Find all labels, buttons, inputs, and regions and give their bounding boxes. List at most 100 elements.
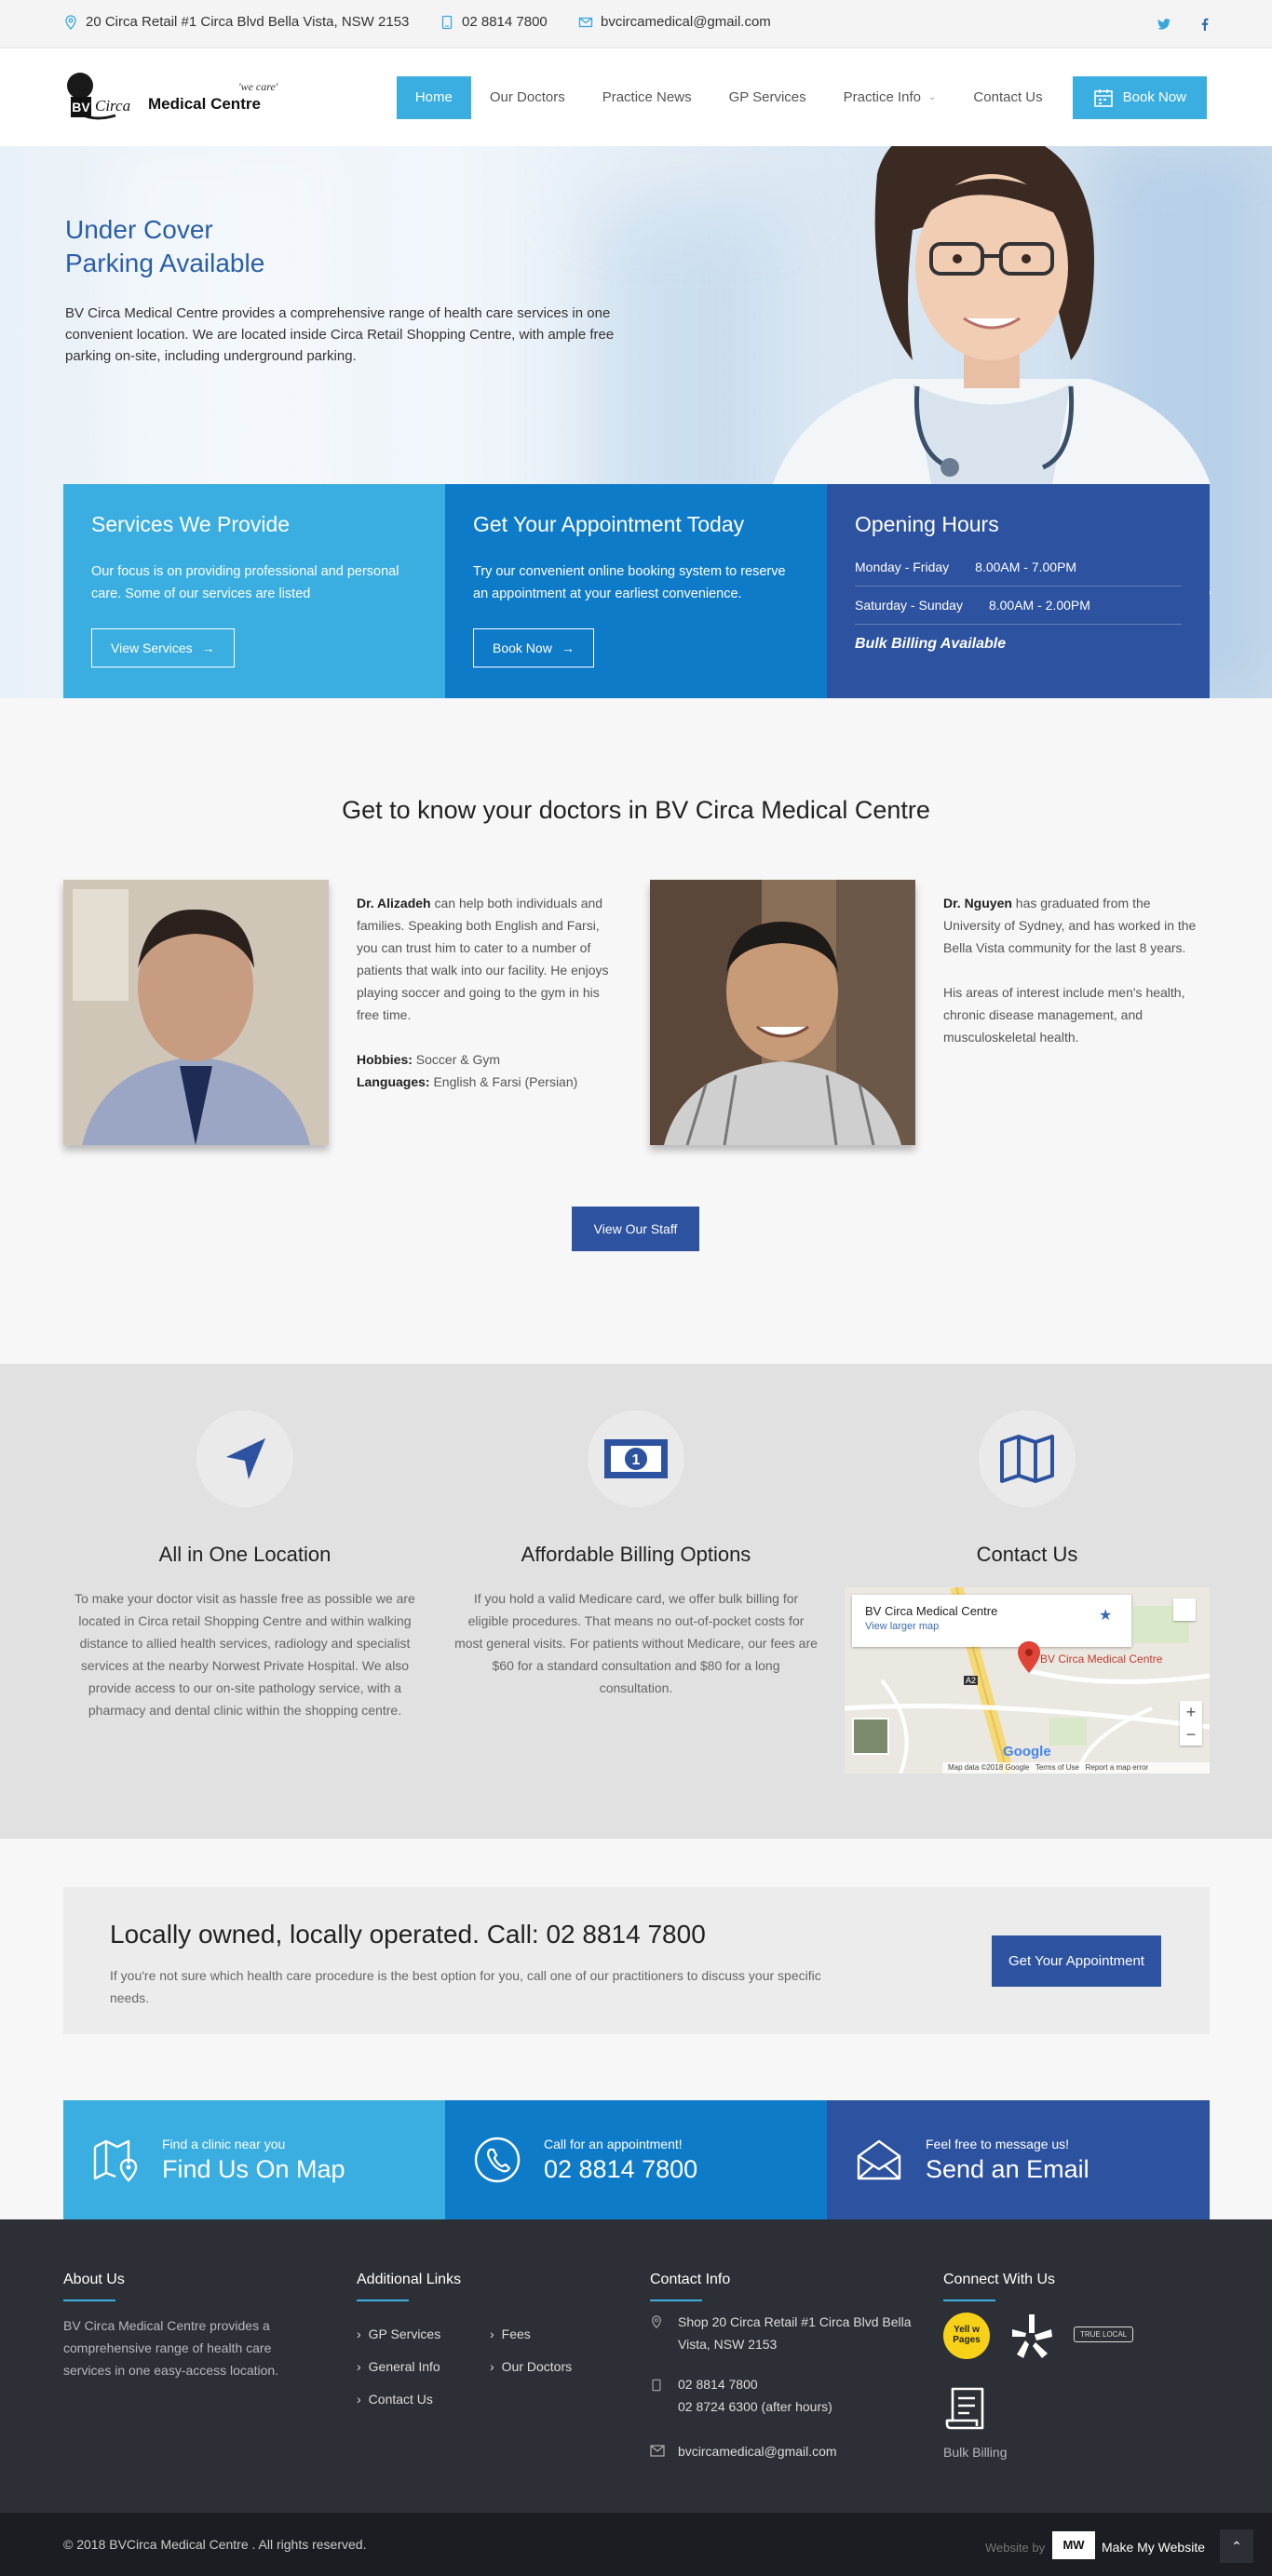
phone-circle-icon [474,2137,521,2183]
footer-phone-2[interactable]: 02 8724 6300 (after hours) [678,2395,832,2418]
zoom-out-icon[interactable]: − [1180,1723,1202,1746]
maker-name[interactable]: Make My Website [1102,2540,1205,2555]
google-logo: Google [1003,1744,1051,1760]
yellow-pages-logo[interactable]: Yell w Pages [943,2313,990,2359]
languages-label: Languages: [357,1074,430,1089]
phone-text: 02 8814 7800 [462,14,548,30]
hero-title-line-2: Parking Available [65,249,265,277]
nav-contact-us[interactable]: Contact Us [954,76,1061,119]
map-footer-text: Map data ©2018 Google Terms of Use Repor… [942,1762,1210,1774]
footer-email[interactable]: bvcircamedical@gmail.com [678,2440,837,2462]
make-my-website-logo-icon[interactable]: MW [1052,2531,1095,2559]
logo-tagline: 'we care' [238,80,278,93]
languages-value: English & Farsi (Persian) [433,1074,578,1089]
topbar-phone[interactable]: 02 8814 7800 [440,14,548,30]
footer-contact-title: Contact Info [650,2272,731,2287]
map-location-icon [93,2139,138,2182]
location-pin-icon [65,14,76,30]
book-now-label: Book Now [1122,89,1186,105]
navigation-arrow-icon [226,1438,265,1479]
site-header: BV Circa Medical Centre 'we care' Home O… [0,48,1272,146]
dr-nguyen-name: Dr. Nguyen [943,896,1012,910]
dr-alizadeh-photo [63,880,329,1145]
call-number-text: 02 8814 7800 [544,2154,698,2183]
phone-icon [441,15,453,29]
google-map[interactable]: BV Circa Medical Centre View larger map … [845,1587,1210,1774]
services-box-text: Our focus is on providing professional a… [91,564,399,601]
location-title: All in One Location [158,1543,332,1566]
bulk-billing-receipt-icon [945,2387,984,2430]
footer-connect-title: Connect With Us [943,2272,1056,2287]
nav-gp-services[interactable]: GP Services [710,76,825,119]
email-strip[interactable]: Feel free to message us! Send an Email [827,2100,1210,2219]
footer-link-fees[interactable]: › Fees [490,2326,531,2341]
calendar-icon [1093,89,1113,107]
cta-title: Locally owned, locally operated. Call: 0… [110,1920,706,1949]
services-box: Services We Provide Our focus is on prov… [63,484,445,698]
scroll-to-top-icon[interactable]: ⌃ [1220,2529,1253,2563]
footer-about-text: BV Circa Medical Centre provides a compr… [63,2318,279,2378]
topbar-email[interactable]: bvcircamedical@gmail.com [578,14,771,30]
hours-time: 8.00AM - 7.00PM [975,560,1077,574]
site-logo[interactable]: BV Circa Medical Centre 'we care' [63,69,291,127]
billing-title: Affordable Billing Options [521,1543,751,1566]
footer-address: Shop 20 Circa Retail #1 Circa Blvd Bella… [678,2314,912,2352]
nav-practice-news[interactable]: Practice News [584,76,710,119]
footer-link-gp-services[interactable]: › GP Services [357,2326,440,2341]
services-box-title: Services We Provide [91,512,291,536]
yelp-logo-icon[interactable] [1010,2313,1053,2359]
nav-practice-info[interactable]: Practice Info ⌄ [825,76,955,119]
view-our-staff-button[interactable]: View Our Staff [572,1207,699,1251]
page: 20 Circa Retail #1 Circa Blvd Bella Vist… [0,0,1272,2576]
hero-description: BV Circa Medical Centre provides a compr… [65,305,615,364]
top-bar: 20 Circa Retail #1 Circa Blvd Bella Vist… [0,0,1272,48]
footer-link-our-doctors[interactable]: › Our Doctors [490,2359,572,2374]
call-small: Call for an appointment! [544,2136,683,2151]
email-small: Feel free to message us! [926,2136,1070,2151]
map-pin-label: BV Circa Medical Centre [1040,1652,1163,1666]
book-now-box-button[interactable]: Book Now → [473,628,594,668]
footer-link-general-info[interactable]: › General Info [357,2359,440,2374]
bottom-bar: © 2018 BVCirca Medical Centre . All righ… [0,2513,1272,2576]
logo-circa-text: Circa [95,97,131,115]
nav-our-doctors[interactable]: Our Doctors [471,76,584,119]
star-save-icon[interactable]: ★ [1099,1606,1112,1625]
arrow-right-icon: → [561,641,575,655]
satellite-toggle[interactable] [852,1718,889,1755]
road-badge: A2 [964,1676,979,1685]
address-text: 20 Circa Retail #1 Circa Blvd Bella Vist… [86,14,410,30]
send-email-text: Send an Email [926,2154,1089,2183]
map-pin-icon[interactable] [1018,1641,1040,1673]
nav-home[interactable]: Home [396,76,471,119]
facebook-icon[interactable] [1198,17,1212,32]
cta-panel: Locally owned, locally operated. Call: 0… [63,1887,1210,2034]
call-strip[interactable]: Call for an appointment! 02 8814 7800 [445,2100,827,2219]
view-services-button[interactable]: View Services → [91,628,235,668]
appointment-box-title: Get Your Appointment Today [473,512,745,536]
phone-icon [652,2379,661,2392]
billing-circle: 1 [588,1410,684,1507]
doctors-section-title: Get to know your doctors in BV Circa Med… [342,796,930,824]
view-larger-map-link[interactable]: View larger map [865,1621,1118,1632]
fullscreen-icon[interactable] [1173,1598,1196,1621]
find-us-strip[interactable]: Find a clinic near you Find Us On Map [63,2100,445,2219]
bulk-billing-label: Bulk Billing [943,2445,1008,2460]
zoom-in-icon[interactable]: + [1180,1701,1202,1723]
book-now-button[interactable]: Book Now [1072,76,1207,119]
doctor-portrait-image [773,146,1211,484]
footer-links-title: Additional Links [357,2272,462,2287]
footer-link-label: Fees [501,2326,531,2341]
get-appointment-button[interactable]: Get Your Appointment [992,1935,1161,1987]
footer-about-title: About Us [63,2272,125,2287]
twitter-icon[interactable] [1157,17,1171,32]
find-us-on-map-text: Find Us On Map [162,2154,345,2183]
footer-link-label: General Info [368,2359,440,2374]
hours-time: 8.00AM - 2.00PM [988,598,1090,613]
dr-alizadeh-name: Dr. Alizadeh [357,896,431,910]
footer-link-label: Contact Us [368,2392,433,2407]
true-local-logo[interactable]: TRUE LOCAL [1074,2326,1134,2342]
chevron-right-icon: › [357,2392,361,2407]
footer-phone-1[interactable]: 02 8814 7800 [678,2373,758,2395]
chevron-right-icon: › [490,2359,494,2374]
footer-link-contact-us[interactable]: › Contact Us [357,2392,433,2407]
